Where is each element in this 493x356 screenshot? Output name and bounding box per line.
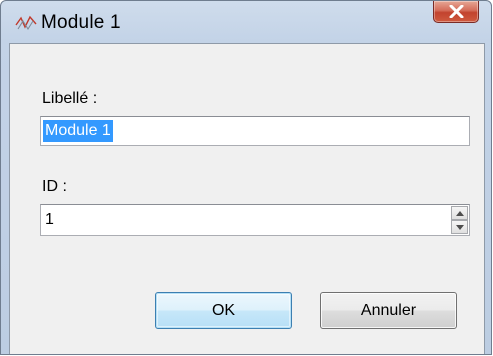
- libelle-label: Libellé :: [42, 90, 98, 107]
- window-title: Module 1: [41, 12, 121, 33]
- spin-down-button[interactable]: [451, 220, 468, 234]
- chevron-down-icon: [456, 225, 464, 230]
- title-bar[interactable]: Module 1: [1, 1, 491, 43]
- close-x-icon: [449, 5, 464, 18]
- libelle-input[interactable]: Module 1: [40, 116, 470, 146]
- ok-button[interactable]: OK: [155, 292, 292, 329]
- id-label: ID :: [42, 178, 67, 195]
- dialog-window: Module 1 Libellé : Module 1 ID : 1 OK An…: [0, 0, 492, 355]
- chevron-up-icon: [456, 211, 464, 216]
- id-spinbox[interactable]: 1: [40, 204, 470, 236]
- spin-up-button[interactable]: [451, 206, 468, 220]
- cancel-button[interactable]: Annuler: [320, 292, 457, 329]
- dialog-body: Libellé : Module 1 ID : 1 OK Annuler: [9, 43, 485, 354]
- libelle-input-value: Module 1: [43, 120, 113, 142]
- module-node-icon: [15, 15, 37, 31]
- spin-buttons: [451, 206, 468, 234]
- id-spinbox-value: 1: [45, 211, 54, 228]
- close-button[interactable]: [433, 1, 479, 23]
